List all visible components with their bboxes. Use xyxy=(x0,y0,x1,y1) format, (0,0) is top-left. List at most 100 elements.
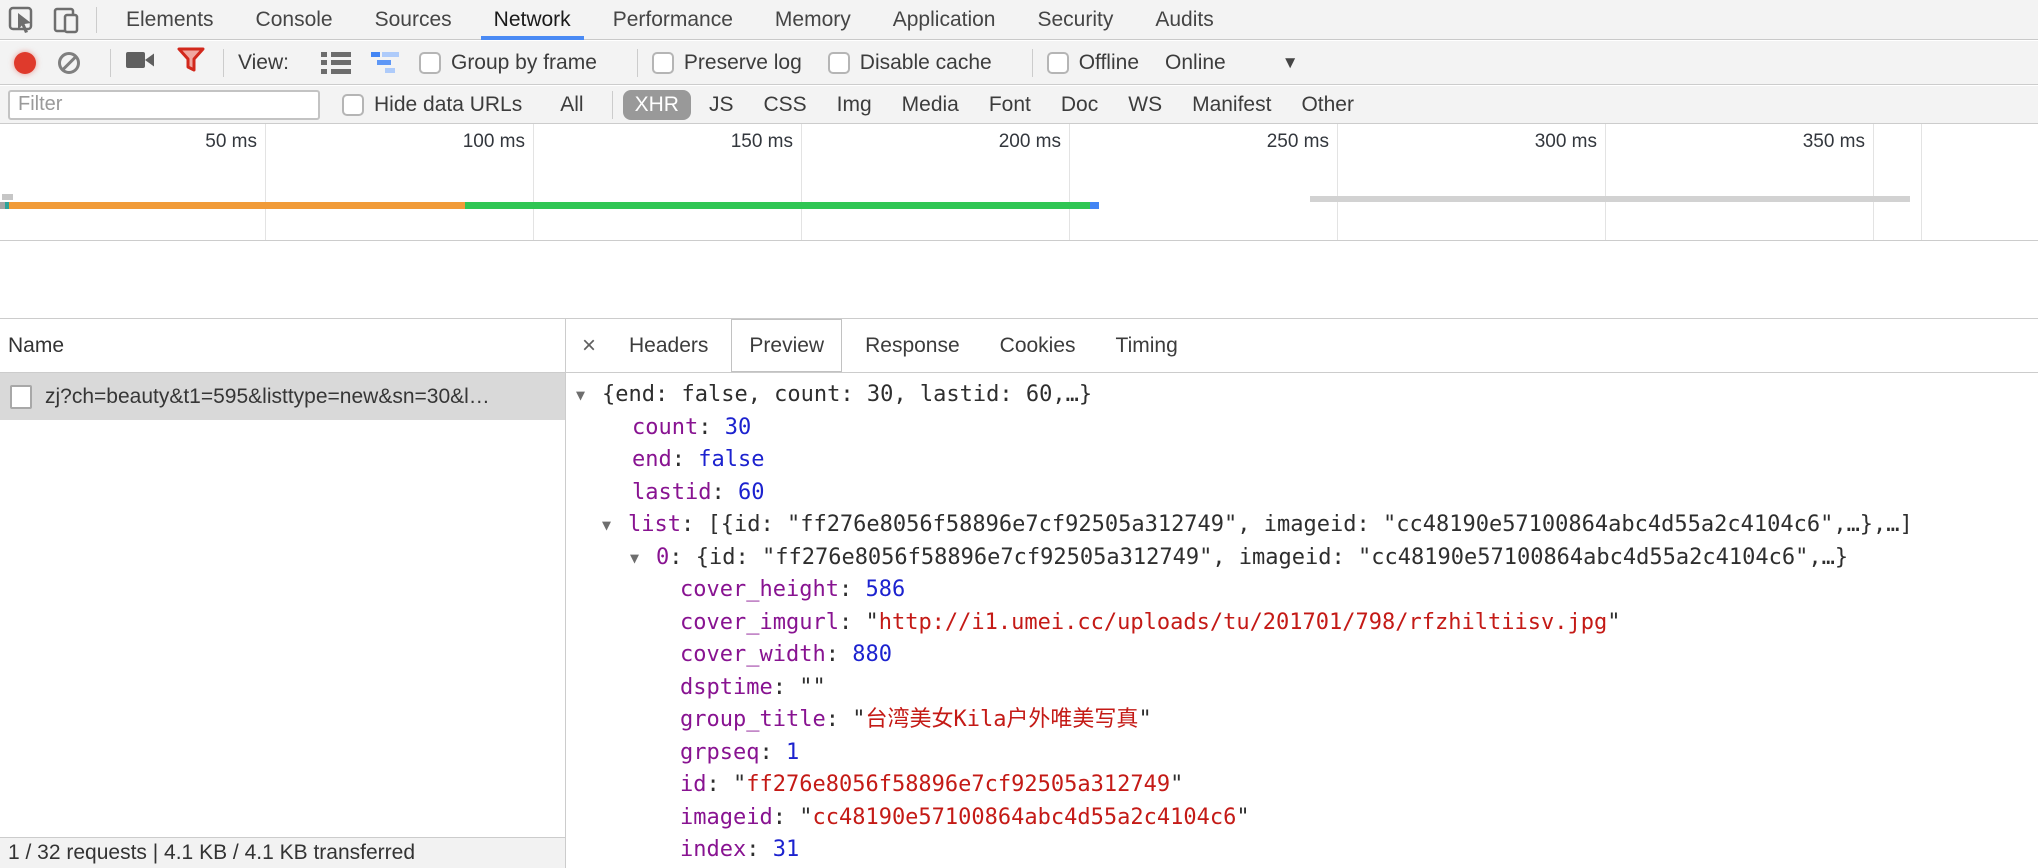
detail-tab-headers[interactable]: Headers xyxy=(612,319,725,372)
tree-line: imageid: "cc48190e57100864abc4d55a2c4104… xyxy=(566,802,2038,835)
tab-console[interactable]: Console xyxy=(235,0,354,40)
timeline-tick-label: 50 ms xyxy=(117,131,257,153)
expand-arrow-icon[interactable]: ▼ xyxy=(630,542,639,575)
checkbox-box[interactable] xyxy=(828,52,850,74)
expand-arrow-icon[interactable]: ▼ xyxy=(602,509,611,542)
filter-input[interactable] xyxy=(8,90,320,120)
clear-icon[interactable] xyxy=(58,52,80,74)
tree-line: ▼0: {id: "ff276e8056f58896e7cf92505a3127… xyxy=(566,542,2038,575)
name-column-header[interactable]: Name xyxy=(0,319,565,373)
tree-line-text: imageid: "cc48190e57100864abc4d55a2c4104… xyxy=(566,802,1250,835)
filter-type-manifest[interactable]: Manifest xyxy=(1180,90,1283,120)
filter-type-font[interactable]: Font xyxy=(977,90,1043,120)
filter-type-doc[interactable]: Doc xyxy=(1049,90,1110,120)
request-segment-waiting xyxy=(9,202,465,209)
overview-bar-gray-small xyxy=(2,194,13,200)
timeline-gridline xyxy=(1605,124,1606,240)
timeline-tick-label: 350 ms xyxy=(1725,131,1865,153)
inspect-element-icon[interactable] xyxy=(0,1,44,39)
screenshot-camera-icon[interactable] xyxy=(125,49,157,77)
offline-label: Offline xyxy=(1079,51,1139,75)
timeline-tick-label: 300 ms xyxy=(1457,131,1597,153)
device-toolbar-icon[interactable] xyxy=(44,1,88,39)
offline-checkbox[interactable]: Offline xyxy=(1047,51,1139,75)
timeline-tick-label: 150 ms xyxy=(653,131,793,153)
disable-cache-label: Disable cache xyxy=(860,51,992,75)
disable-cache-checkbox[interactable]: Disable cache xyxy=(828,51,992,75)
detail-tab-cookies[interactable]: Cookies xyxy=(983,319,1093,372)
expand-arrow-icon[interactable]: ▼ xyxy=(576,379,585,412)
tree-line-text: end: false xyxy=(566,444,764,477)
hide-data-urls-checkbox[interactable]: Hide data URLs xyxy=(342,93,522,117)
waterfall-overview-icon[interactable] xyxy=(371,52,401,74)
filter-type-img[interactable]: Img xyxy=(825,90,884,120)
close-icon[interactable]: × xyxy=(566,319,612,372)
network-toolbar: View: Group by frame Preserve log Disabl… xyxy=(0,41,2038,85)
throttling-select-value[interactable]: Online xyxy=(1165,51,1226,75)
tree-line-text: 0: {id: "ff276e8056f58896e7cf92505a31274… xyxy=(566,542,1848,575)
tree-line-text: cover_width: 880 xyxy=(566,639,892,672)
tree-line: grpseq: 1 xyxy=(566,737,2038,770)
detail-tab-preview[interactable]: Preview xyxy=(731,319,842,372)
tab-network[interactable]: Network xyxy=(473,0,592,40)
timeline-tick-label: 100 ms xyxy=(385,131,525,153)
timeline-gridline xyxy=(1069,124,1070,240)
tree-line-text: list: [{id: "ff276e8056f58896e7cf92505a3… xyxy=(566,509,1913,542)
tree-line: cover_imgurl: "http://i1.umei.cc/uploads… xyxy=(566,607,2038,640)
filter-type-js[interactable]: JS xyxy=(697,90,746,120)
request-name: zj?ch=beauty&t1=595&listtype=new&sn=30&l… xyxy=(45,385,490,409)
timeline-gridline xyxy=(1337,124,1338,240)
tree-line: count: 30 xyxy=(566,412,2038,445)
tab-application[interactable]: Application xyxy=(872,0,1017,40)
tree-line-text: count: 30 xyxy=(566,412,751,445)
tree-line: id: "ff276e8056f58896e7cf92505a312749" xyxy=(566,769,2038,802)
preserve-log-label: Preserve log xyxy=(684,51,802,75)
detail-tab-response[interactable]: Response xyxy=(848,319,977,372)
timeline-tick-label: 250 ms xyxy=(1189,131,1329,153)
divider xyxy=(1032,49,1033,77)
checkbox-box[interactable] xyxy=(1047,52,1069,74)
tab-memory[interactable]: Memory xyxy=(754,0,872,40)
filter-funnel-icon[interactable] xyxy=(177,47,205,79)
checkbox-box[interactable] xyxy=(419,52,441,74)
tab-sources[interactable]: Sources xyxy=(354,0,473,40)
tab-security[interactable]: Security xyxy=(1016,0,1134,40)
chevron-down-icon[interactable]: ▼ xyxy=(1282,53,1299,73)
tree-line-text: cover_imgurl: "http://i1.umei.cc/uploads… xyxy=(566,607,1620,640)
filter-type-css[interactable]: CSS xyxy=(751,90,818,120)
detail-tab-bar: × HeadersPreviewResponseCookiesTiming xyxy=(566,319,2038,373)
list-view-icon[interactable] xyxy=(321,52,351,74)
tree-line: group_title: "台湾美女Kila户外唯美写真" xyxy=(566,704,2038,737)
tree-line-text: group_title: "台湾美女Kila户外唯美写真" xyxy=(566,704,1152,737)
network-overview-strip[interactable]: 50 ms 100 ms 150 ms 200 ms 250 ms 300 ms 350 m… xyxy=(0,124,2038,241)
timeline-tick-label: 200 ms xyxy=(921,131,1061,153)
request-details-panel: × HeadersPreviewResponseCookiesTiming ▼{… xyxy=(566,318,2038,868)
tree-line-text: dsptime: "" xyxy=(566,672,826,705)
filter-type-other[interactable]: Other xyxy=(1289,90,1366,120)
checkbox-box[interactable] xyxy=(342,94,364,116)
request-row[interactable]: zj?ch=beauty&t1=595&listtype=new&sn=30&l… xyxy=(0,373,565,420)
divider xyxy=(223,49,224,77)
tab-elements[interactable]: Elements xyxy=(105,0,235,40)
group-by-frame-checkbox[interactable]: Group by frame xyxy=(419,51,597,75)
timeline-gridline xyxy=(265,124,266,240)
tree-line-text: id: "ff276e8056f58896e7cf92505a312749" xyxy=(566,769,1183,802)
checkbox-box[interactable] xyxy=(652,52,674,74)
filter-type-xhr[interactable]: XHR xyxy=(623,90,691,120)
requests-panel: Name zj?ch=beauty&t1=595&listtype=new&sn… xyxy=(0,318,566,868)
preserve-log-checkbox[interactable]: Preserve log xyxy=(652,51,802,75)
timeline-gridline xyxy=(801,124,802,240)
filter-type-media[interactable]: Media xyxy=(890,90,971,120)
timeline-gridline xyxy=(1921,124,1922,240)
devtools-tab-bar: ElementsConsoleSourcesNetworkPerformance… xyxy=(0,0,2038,40)
tab-performance[interactable]: Performance xyxy=(592,0,754,40)
filter-type-ws[interactable]: WS xyxy=(1116,90,1174,120)
tab-audits[interactable]: Audits xyxy=(1134,0,1234,40)
divider xyxy=(612,91,613,119)
filter-type-all[interactable]: All xyxy=(548,90,595,120)
detail-tab-timing[interactable]: Timing xyxy=(1099,319,1195,372)
record-button[interactable] xyxy=(14,52,36,74)
tree-line: cover_width: 880 xyxy=(566,639,2038,672)
file-icon xyxy=(10,385,32,409)
tree-line: cover_height: 586 xyxy=(566,574,2038,607)
